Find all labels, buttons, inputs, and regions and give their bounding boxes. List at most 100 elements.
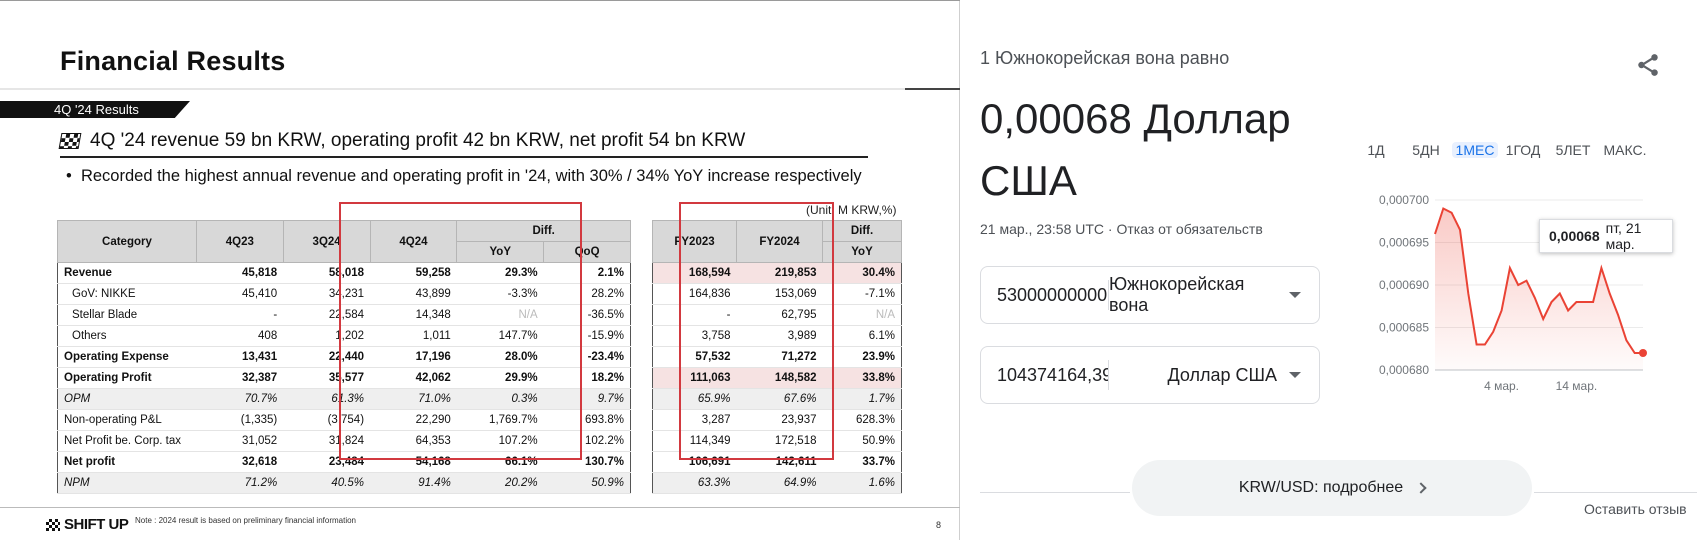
annual-table-body: 168,594 219,853 30.4% 164,836 153,069 -7.1% -6… (652, 262, 902, 494)
y-tick-label: 0,000695 (1379, 236, 1429, 250)
from-converter-row: 53000000000 Южнокорейская вона (980, 266, 1320, 324)
title-rule (0, 88, 905, 90)
table-cell: 71,272 (736, 346, 823, 368)
table-cell: 32,618 (196, 451, 284, 473)
table-cell: 130.7% (543, 451, 631, 473)
to-amount-input[interactable]: 104374164,39 (981, 360, 1109, 390)
tab-5d[interactable]: 5ДН (1404, 142, 1448, 158)
header-4q24: 4Q24 (369, 220, 458, 263)
table-cell: - (652, 304, 737, 326)
ribbon-label: 4Q '24 Results (54, 102, 139, 117)
table-cell: 102.2% (543, 430, 631, 452)
table-cell: (3,754) (283, 409, 371, 431)
annual-results-table: FY2023 FY2024 Diff. YoY 168,594 219,853 30… (652, 220, 902, 494)
table-row: Net Profit be. Corp. tax 31,052 31,824 64,3… (57, 430, 631, 452)
table-cell: 3,758 (652, 325, 737, 347)
table-cell: -15.9% (543, 325, 631, 347)
chevron-right-icon (1415, 482, 1427, 494)
slide-title: Financial Results (60, 46, 286, 76)
table-cell: 1,202 (283, 325, 371, 347)
table-cell: 142,611 (736, 451, 823, 473)
header-fy2023: FY2023 (652, 220, 737, 263)
section-ribbon: 4Q '24 Results (0, 101, 190, 118)
to-currency-select[interactable]: Доллар США (1109, 365, 1319, 386)
table-cell: 1.6% (822, 472, 902, 494)
table-cell: 91.4% (370, 472, 457, 494)
table-row: Operating Expense 13,431 22,440 17,196 28.0%… (57, 346, 631, 368)
y-tick-label: 0,000700 (1379, 193, 1429, 207)
table-cell: 13,431 (196, 346, 284, 368)
table-cell: 42,062 (370, 367, 457, 389)
tab-5y[interactable]: 5ЛЕТ (1552, 142, 1594, 158)
row-label: OPM (57, 388, 197, 410)
tab-gap (1390, 142, 1404, 158)
table-row: GoV: NIKKE 45,410 34,231 43,899 -3.3% 28.2% (57, 283, 631, 305)
table-row: Operating Profit 32,387 35,577 42,062 29.9% 1… (57, 367, 631, 389)
table-cell: 148,582 (736, 367, 823, 389)
table-cell: 43,899 (370, 283, 457, 305)
table-row: Stellar Blade -22,584 14,348 N/A -36.5% (57, 304, 631, 326)
table-cell: 32,387 (196, 367, 284, 389)
table-cell: 3,287 (652, 409, 737, 431)
table-cell: (1,335) (196, 409, 284, 431)
page-number: 8 (936, 520, 942, 530)
screenshot-root: Financial Results 4Q '24 Results 4Q '24 … (0, 0, 1697, 540)
tab-gap (1544, 142, 1552, 158)
table-cell: 29.9% (456, 367, 544, 389)
checkered-flag-icon (58, 133, 82, 149)
caret-down-icon (1289, 292, 1301, 298)
table-cell: N/A (456, 304, 544, 326)
table-cell: 63.3% (652, 472, 737, 494)
table-cell: 23.9% (822, 346, 902, 368)
tab-1y[interactable]: 1ГОД (1502, 142, 1544, 158)
tab-1m[interactable]: 1МЕС (1452, 142, 1498, 158)
table-cell: -23.4% (543, 346, 631, 368)
table-row: 3,287 23,937 628.3% (652, 409, 902, 431)
table-cell: 70.7% (196, 388, 284, 410)
table-cell: 23,937 (736, 409, 823, 431)
unit-note: (Unit: M KRW,%) (806, 203, 897, 217)
share-icon[interactable] (1635, 50, 1661, 80)
more-details-button[interactable]: KRW/USD: подробнее (1132, 460, 1532, 516)
table-cell: 62,795 (736, 304, 823, 326)
table-cell: 693.8% (543, 409, 631, 431)
bullet-point: • Recorded the highest annual revenue an… (66, 167, 862, 185)
from-amount-input[interactable]: 53000000000 (981, 280, 1109, 310)
table-row: Net profit 32,618 23,484 54,168 66.1% 130.7% (57, 451, 631, 473)
table-cell: -36.5% (543, 304, 631, 326)
footer-note: Note : 2024 result is based on prelimina… (135, 516, 357, 525)
table-cell: 40.5% (283, 472, 371, 494)
to-currency-label: Доллар США (1167, 364, 1277, 385)
chart-y-axis: 0,000700 0,000695 0,000690 0,000685 0,000680 (1379, 193, 1429, 377)
feedback-link[interactable]: Оставить отзыв (1584, 501, 1687, 517)
table-row: OPM 70.7% 61.3% 71.0% 0.3% 9.7% (57, 388, 631, 410)
range-tabs: 1Д 5ДН 1МЕС 1ГОД 5ЛЕТ МАКС. (1362, 142, 1652, 158)
table-cell: 628.3% (822, 409, 902, 431)
table-cell: 71.2% (196, 472, 284, 494)
table-cell: 106,691 (652, 451, 737, 473)
table-cell: 45,410 (196, 283, 284, 305)
header-fy2024: FY2024 (736, 220, 823, 263)
table-cell: 168,594 (652, 262, 737, 284)
to-converter-row: 104374164,39 Доллар США (980, 346, 1320, 404)
financial-slide: Financial Results 4Q '24 Results 4Q '24 … (0, 0, 960, 540)
table-cell: 64,353 (370, 430, 457, 452)
tab-1d[interactable]: 1Д (1362, 142, 1390, 158)
headline-text: 4Q '24 revenue 59 bn KRW, operating prof… (90, 130, 746, 151)
table-cell: 31,052 (196, 430, 284, 452)
table-cell: 164,836 (652, 283, 737, 305)
table-cell: 61.3% (283, 388, 371, 410)
row-label: Non-operating P&L (57, 409, 197, 431)
table-cell: 50.9% (822, 430, 902, 452)
table-cell: 153,069 (736, 283, 823, 305)
table-row: 111,063 148,582 33.8% (652, 367, 902, 389)
logo-text: SHIFT UP (64, 516, 129, 533)
from-currency-select[interactable]: Южнокорейская вона (1109, 274, 1319, 316)
tab-max[interactable]: МАКС. (1598, 142, 1652, 158)
y-tick-label: 0,000685 (1379, 321, 1429, 335)
quarterly-table-body: Revenue 45,818 58,018 59,258 29.3% 2.1% GoV: N… (57, 262, 631, 494)
headline: 4Q '24 revenue 59 bn KRW, operating prof… (58, 130, 746, 152)
table-row: Revenue 45,818 58,018 59,258 29.3% 2.1% (57, 262, 631, 284)
divider-left (980, 492, 1130, 493)
table-cell: -3.3% (456, 283, 544, 305)
